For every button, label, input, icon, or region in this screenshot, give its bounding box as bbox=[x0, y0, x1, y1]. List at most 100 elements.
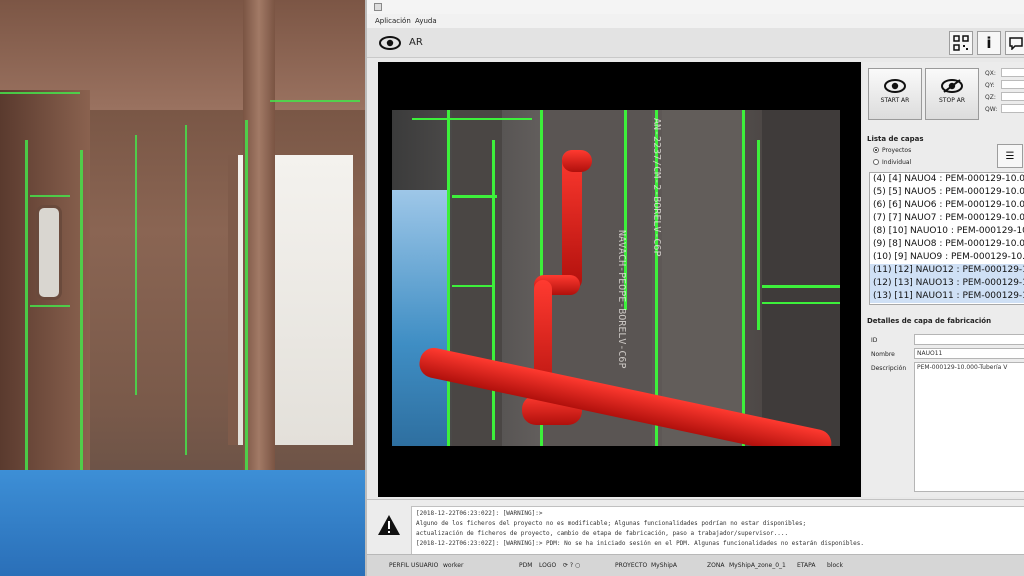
status-user-label: PERFIL USUARIO bbox=[389, 562, 439, 569]
qr-code-icon bbox=[953, 35, 969, 51]
bulkhead-panel bbox=[662, 110, 742, 446]
status-project-label: PROYECTO bbox=[615, 562, 648, 569]
qz-label: QZ: bbox=[985, 94, 996, 101]
window-icon bbox=[374, 3, 382, 11]
list-item[interactable]: (13) [11] NAUO11 : PEM-000129-1 bbox=[870, 290, 1024, 303]
overlay-line bbox=[492, 140, 495, 440]
log-line: Alguno de los ficheros del proyecto no e… bbox=[416, 520, 807, 527]
name-field[interactable]: NAUO11 bbox=[914, 348, 1024, 359]
details-title: Detalles de capa de fabricación bbox=[867, 317, 992, 325]
list-view-button[interactable]: ☰ bbox=[997, 144, 1023, 168]
name-label: Nombre bbox=[871, 351, 895, 358]
overlay-line bbox=[245, 120, 248, 470]
warning-icon bbox=[378, 515, 400, 535]
porthole-window bbox=[36, 205, 62, 300]
menu-bar: Aplicación Ayuda bbox=[367, 14, 1024, 28]
status-bar: PERFIL USUARIO worker PDM LOGO ⟳ ? ○ PRO… bbox=[367, 554, 1024, 576]
overlay-line bbox=[762, 285, 840, 288]
overlay-line bbox=[412, 118, 532, 120]
eye-icon bbox=[884, 79, 906, 93]
log-panel: [2018-12-22T06:23:022]: [WARNING]:> Algu… bbox=[367, 499, 1024, 555]
radio-projects-label: Proyectos bbox=[882, 147, 912, 154]
status-zone-value: MyShipA_zone_0_1 bbox=[729, 562, 786, 569]
list-item[interactable]: (8) [10] NAUO10 : PEM-000129-10.0 bbox=[870, 225, 1024, 238]
radio-empty-icon bbox=[873, 159, 879, 165]
qy-label: QY: bbox=[985, 82, 995, 89]
chat-button[interactable] bbox=[1005, 31, 1024, 55]
list-icon: ☰ bbox=[1005, 150, 1015, 162]
list-item[interactable]: (11) [12] NAUO12 : PEM-000129-1 bbox=[870, 264, 1024, 277]
toolbar: AR i bbox=[367, 28, 1024, 58]
control-panel: START AR STOP AR QX: QY: QZ: QW: Lista d… bbox=[863, 62, 1024, 497]
overlay-line bbox=[30, 305, 70, 307]
qx-field[interactable] bbox=[1001, 68, 1024, 77]
menu-ayuda[interactable]: Ayuda bbox=[415, 17, 437, 25]
start-ar-label: START AR bbox=[880, 97, 910, 104]
info-button[interactable]: i bbox=[977, 31, 1001, 55]
list-item[interactable]: (10) [9] NAUO9 : PEM-000129-10.0 bbox=[870, 251, 1024, 264]
overlay-line bbox=[452, 195, 497, 198]
list-item[interactable]: (4) [4] NAUO4 : PEM-000129-10.000 bbox=[870, 173, 1024, 186]
red-pipe-elbow bbox=[562, 150, 592, 172]
status-project-value: MyShipA bbox=[651, 562, 677, 569]
overlay-line bbox=[30, 195, 70, 197]
scene-photo bbox=[0, 0, 365, 576]
stop-ar-button[interactable]: STOP AR bbox=[925, 68, 979, 120]
description-label: Descripción bbox=[871, 365, 907, 372]
list-item[interactable]: (6) [6] NAUO6 : PEM-000129-10.000 bbox=[870, 199, 1024, 212]
qy-field[interactable] bbox=[1001, 80, 1024, 89]
speech-bubble-icon bbox=[1009, 37, 1023, 50]
info-icon: i bbox=[986, 34, 992, 52]
status-stage-value: block bbox=[827, 562, 843, 569]
menu-aplicacion[interactable]: Aplicación bbox=[375, 17, 411, 25]
log-output[interactable]: [2018-12-22T06:23:022]: [WARNING]:> Algu… bbox=[411, 506, 1024, 555]
list-item[interactable]: (9) [8] NAUO8 : PEM-000129-10.000 bbox=[870, 238, 1024, 251]
layers-list[interactable]: (4) [4] NAUO4 : PEM-000129-10.000 (5) [5… bbox=[869, 172, 1024, 305]
qz-field[interactable] bbox=[1001, 92, 1024, 101]
ar-title: AR bbox=[409, 37, 423, 48]
ar-application-window: Aplicación Ayuda AR i AN-2237/CM-2-BOREL… bbox=[365, 0, 1024, 576]
overlay-line bbox=[452, 285, 492, 287]
log-line: [2018-12-22T06:23:02Z]: [WARNING]:> PDM:… bbox=[416, 540, 864, 547]
status-stage-label: ETAPA bbox=[797, 562, 816, 569]
description-field[interactable]: PEM-000129-10.000-Tubería V bbox=[914, 362, 1024, 492]
list-item[interactable]: (5) [5] NAUO5 : PEM-000129-10.000 bbox=[870, 186, 1024, 199]
layers-title: Lista de capas bbox=[867, 135, 924, 143]
radio-individual-label: Individual bbox=[882, 159, 912, 166]
background-window bbox=[392, 190, 447, 446]
log-line: [2018-12-22T06:23:022]: [WARNING]:> bbox=[416, 510, 543, 517]
title-bar bbox=[367, 0, 1024, 14]
hull-marking: NAVACH-PEOPE-BORELV-C6P bbox=[616, 230, 627, 369]
hull-marking: AN-2237/CM-2-BORELV-C6P bbox=[651, 118, 662, 257]
status-help-icons[interactable]: ⟳ ? ○ bbox=[563, 562, 580, 569]
radio-projects[interactable]: Proyectos bbox=[873, 147, 911, 154]
overlay-line bbox=[0, 92, 80, 94]
overlay-line bbox=[742, 110, 745, 446]
list-item[interactable]: (7) [7] NAUO7 : PEM-000129-10.000 bbox=[870, 212, 1024, 225]
overlay-line bbox=[135, 135, 137, 395]
status-zone-label: ZONA bbox=[707, 562, 725, 569]
stop-ar-label: STOP AR bbox=[939, 97, 965, 104]
qx-label: QX: bbox=[985, 70, 996, 77]
radio-individual[interactable]: Individual bbox=[873, 159, 911, 166]
ar-camera-view[interactable]: AN-2237/CM-2-BORELV-C6P NAVACH-PEOPE-BOR… bbox=[392, 110, 840, 446]
overlay-line bbox=[447, 110, 450, 446]
qr-code-button[interactable] bbox=[949, 31, 973, 55]
radio-selected-icon bbox=[873, 147, 879, 153]
qw-label: QW: bbox=[985, 106, 998, 113]
eye-off-icon bbox=[941, 79, 963, 93]
id-field[interactable] bbox=[914, 334, 1024, 345]
log-line: actualización de ficheros de proyecto, c… bbox=[416, 530, 789, 537]
list-item[interactable]: (12) [13] NAUO13 : PEM-000129-1 bbox=[870, 277, 1024, 290]
overlay-line bbox=[757, 140, 760, 330]
overlay-line bbox=[762, 302, 840, 304]
eye-icon bbox=[379, 36, 401, 50]
bulkhead-panel bbox=[762, 110, 840, 446]
start-ar-button[interactable]: START AR bbox=[868, 68, 922, 120]
status-pdm-label: PDM bbox=[519, 562, 533, 569]
status-pdm-value: LOGO bbox=[539, 562, 557, 569]
left-wall bbox=[0, 90, 90, 530]
overlay-line bbox=[185, 125, 187, 455]
id-label: ID bbox=[871, 337, 878, 344]
qw-field[interactable] bbox=[1001, 104, 1024, 113]
